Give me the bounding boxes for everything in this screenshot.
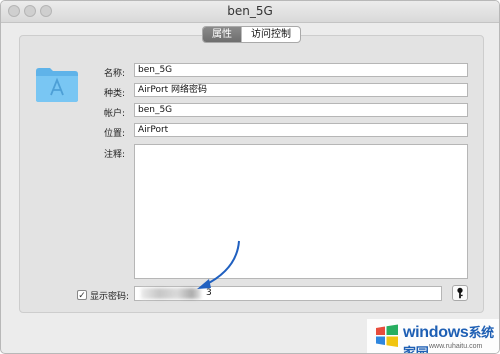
kind-label: 种类:: [103, 89, 125, 99]
where-field[interactable]: AirPort: [134, 123, 468, 137]
account-field[interactable]: ben_5G: [134, 103, 468, 117]
comments-label: 注释:: [103, 150, 125, 160]
tab-access-control[interactable]: 访问控制: [241, 27, 300, 42]
where-label: 位置:: [103, 129, 125, 139]
key-icon: [457, 287, 463, 299]
titlebar: ben_5G: [1, 1, 499, 23]
name-field[interactable]: ben_5G: [134, 63, 468, 77]
kind-field[interactable]: AirPort 网络密码: [134, 83, 468, 97]
watermark-url: www.ruhaitu.com: [429, 343, 483, 350]
watermark: windows系统家园 www.ruhaitu.com: [367, 319, 499, 353]
password-assistant-button[interactable]: [452, 285, 468, 301]
name-label: 名称:: [103, 69, 125, 79]
tab-segmented-control: 属性 访问控制: [202, 26, 301, 43]
keychain-item-window: ben_5G 属性 访问控制 名称: ben_5G 种类: AirPort 网络…: [0, 0, 500, 354]
show-password-label: 显示密码:: [90, 292, 130, 302]
account-label: 帐户:: [103, 109, 125, 119]
annotation-arrow-icon: [197, 240, 240, 289]
tab-attributes[interactable]: 属性: [203, 27, 241, 42]
windows-logo-icon: [376, 324, 398, 347]
comments-textarea[interactable]: [134, 144, 468, 279]
keychain-folder-icon: [36, 68, 78, 102]
show-password-checkbox[interactable]: ✓: [77, 290, 87, 300]
window-title: ben_5G: [227, 4, 273, 18]
